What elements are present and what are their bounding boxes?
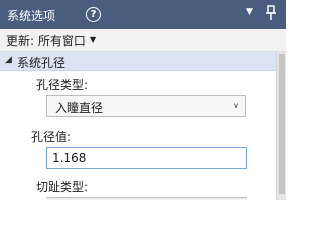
aperture-value-label: 孔径值: <box>31 130 72 144</box>
apodization-type-select[interactable] <box>46 197 247 200</box>
chevron-down-icon[interactable]: ▼ <box>90 35 96 44</box>
aperture-type-value: 入瞳直径 <box>55 101 104 115</box>
pin-icon[interactable] <box>264 4 278 22</box>
help-icon[interactable]: ? <box>86 7 101 22</box>
panel-menu-dropdown-icon[interactable]: ▼ <box>246 7 253 17</box>
vertical-scrollbar[interactable] <box>276 52 286 200</box>
update-toolbar[interactable]: 更新: 所有窗口 ▼ <box>0 29 286 52</box>
section-content: 孔径类型: 入瞳直径 ∨ 孔径值: 切趾类型: <box>0 71 276 200</box>
update-mode-label[interactable]: 更新: 所有窗口 <box>6 32 86 49</box>
aperture-value-input[interactable] <box>46 147 247 169</box>
section-header-system-aperture[interactable]: ◢ 系统孔径 <box>0 52 286 71</box>
aperture-type-select[interactable]: 入瞳直径 ∨ <box>46 95 246 117</box>
panel-title: 系统选项 <box>7 9 56 23</box>
aperture-type-label: 孔径类型: <box>36 78 89 92</box>
section-label: 系统孔径 <box>17 56 66 70</box>
panel-titlebar: 系统选项 ? ▼ <box>0 0 286 29</box>
apodization-type-label: 切趾类型: <box>36 180 89 194</box>
collapse-triangle-icon[interactable]: ◢ <box>5 55 12 65</box>
chevron-down-icon[interactable]: ∨ <box>233 101 239 110</box>
scrollbar-thumb[interactable] <box>279 54 285 194</box>
